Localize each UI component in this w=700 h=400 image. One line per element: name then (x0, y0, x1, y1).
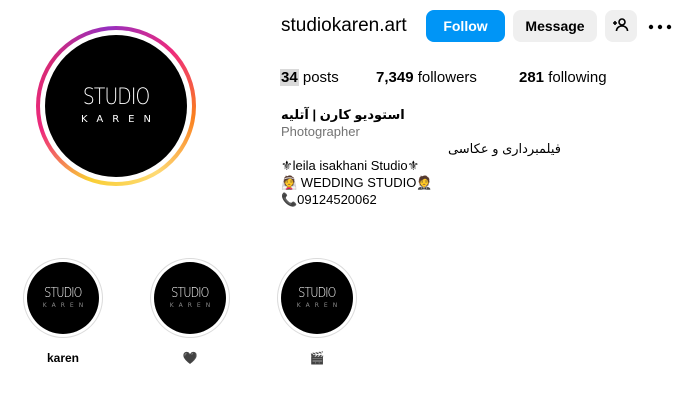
bio-line: ⚜leila isakhani Studio⚜ (281, 158, 420, 173)
highlight-logo-main: STUDIO (44, 286, 82, 301)
story-highlight[interactable]: STUDIO KAREN 🖤 (150, 258, 230, 365)
bio-line: 👰 WEDDING STUDIO🤵 (281, 175, 433, 190)
highlight-logo-sub: KAREN (42, 302, 89, 309)
highlight-ring: STUDIO KAREN (150, 258, 230, 338)
highlight-cover: STUDIO KAREN (154, 262, 226, 334)
posts-count: 34 (280, 69, 299, 86)
avatar-gap: STUDIO KAREN (40, 30, 192, 182)
highlight-logo-main: STUDIO (171, 286, 209, 301)
highlight-ring: STUDIO KAREN (277, 258, 357, 338)
story-highlight[interactable]: STUDIO KAREN 🎬 (277, 258, 357, 365)
highlight-cover: STUDIO KAREN (281, 262, 353, 334)
highlight-logo-sub: KAREN (169, 302, 216, 309)
followers-stat[interactable]: 7,349 followers (376, 69, 477, 87)
bio-phone[interactable]: 📞09124520062 (281, 191, 561, 208)
followers-count: 7,349 (376, 69, 414, 86)
highlight-logo-sub: KAREN (296, 302, 343, 309)
following-stat[interactable]: 281 following (519, 69, 607, 87)
highlight-ring: STUDIO KAREN (23, 258, 103, 338)
profile-avatar[interactable]: STUDIO KAREN (36, 26, 196, 186)
suggest-similar-button[interactable] (605, 10, 637, 42)
bio-line: فیلمبرداری و عکاسی (447, 141, 561, 156)
avatar-logo-main: STUDIO (82, 85, 150, 110)
profile-bio: استودیو کارن | آتلیه Photographer فیلمبر… (281, 106, 561, 208)
message-button[interactable]: Message (513, 10, 597, 42)
avatar-logo-sub: KAREN (81, 114, 160, 125)
follow-button[interactable]: Follow (426, 10, 505, 42)
bio-category: Photographer (281, 124, 360, 139)
following-label: following (548, 69, 607, 86)
posts-stat: 34 posts (280, 69, 339, 87)
posts-label: posts (302, 69, 339, 86)
followers-label: followers (417, 69, 477, 86)
person-add-icon (613, 17, 629, 36)
highlight-cover: STUDIO KAREN (27, 262, 99, 334)
profile-username: studiokaren.art (281, 15, 407, 36)
highlight-label: 🎬 (309, 351, 325, 365)
highlight-logo-main: STUDIO (298, 286, 336, 301)
story-highlight[interactable]: STUDIO KAREN karen (23, 258, 103, 365)
highlight-label: 🖤 (182, 351, 198, 365)
avatar-image: STUDIO KAREN (45, 35, 187, 177)
highlight-label: karen (46, 351, 80, 365)
more-options-button[interactable] (645, 14, 675, 38)
following-count: 281 (519, 69, 545, 86)
more-horizontal-icon (648, 17, 672, 35)
bio-name: استودیو کارن | آتلیه (281, 107, 405, 122)
